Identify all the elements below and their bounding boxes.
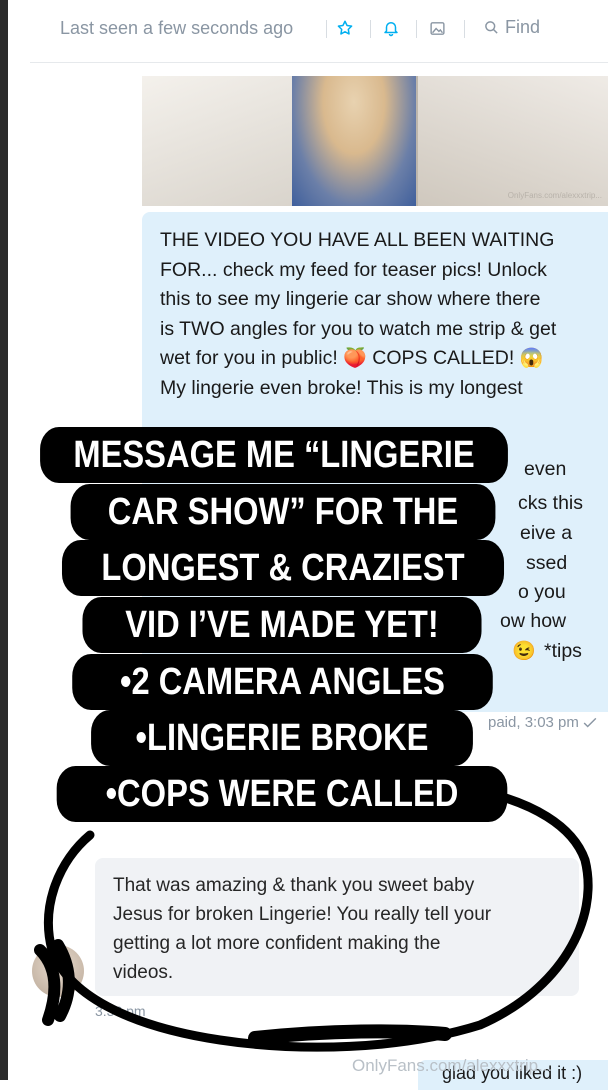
received-timestamp: 3:36 pm [95,1003,146,1019]
header-divider [326,20,327,38]
peach-emoji-icon: 🍑 [343,348,367,369]
message-line: wet for you in public! 🍑 COPS CALLED! 😱 [160,344,600,374]
message-fragment: *tips [544,640,582,662]
photo-seat-left [142,76,294,206]
overlay-caption-line: VID I’VE MADE YET! [82,597,482,653]
paid-text: paid, 3:03 pm [488,714,579,731]
message-line: That was amazing & thank you sweet baby [113,875,475,896]
find-label: Find [505,17,541,37]
star-icon[interactable] [334,17,356,39]
message-line: THE VIDEO YOU HAVE ALL BEEN WAITING [160,229,555,251]
received-message-bubble[interactable]: That was amazing & thank you sweet baby … [95,858,579,996]
sent-message-text: THE VIDEO YOU HAVE ALL BEEN WAITING FOR.… [160,226,600,403]
overlay-caption-line: MESSAGE ME “LINGERIE [40,427,508,483]
header-divider [370,20,371,38]
overlay-caption-line: •COPS WERE CALLED [56,766,508,822]
message-fragment: cks this [518,492,584,514]
chat-header: Last seen a few seconds ago Find [8,0,608,62]
wink-emoji-icon: 😉 [512,641,536,662]
received-message-text: That was amazing & thank you sweet baby … [113,871,567,987]
message-fragment: even [524,458,567,480]
image-icon[interactable] [426,17,448,39]
checkmark-icon [583,717,597,728]
overlay-caption-line: CAR SHOW” FOR THE [70,484,496,540]
message-fragment: wet for you in public! [160,347,338,369]
message-fragment: ssed [526,552,568,574]
message-line: is TWO angles for you to watch me strip … [160,317,557,340]
scream-emoji-icon: 😱 [519,348,544,369]
message-line: getting a lot more confident making the [113,933,441,954]
bell-icon[interactable] [380,17,402,39]
message-fragment: eive a [520,522,573,544]
header-divider [416,20,417,38]
overlay-caption-line: •LINGERIE BROKE [91,710,473,766]
photo-seat-right [416,76,608,206]
avatar[interactable] [32,945,84,997]
search-icon [485,21,498,34]
find-button[interactable]: Find [484,17,540,38]
overlay-caption-line: LONGEST & CRAZIEST [61,540,505,596]
header-divider [464,20,465,38]
paid-timestamp: paid, 3:03 pm [488,714,597,731]
message-line: Jesus for broken Lingerie! You really te… [113,904,492,925]
message-line: this to see my lingerie car show where t… [160,288,541,310]
left-edge-bar [0,0,8,1080]
message-line: videos. [113,962,174,983]
message-fragment: COPS CALLED! [372,347,515,369]
photo-subject [292,76,416,206]
message-photo[interactable]: OnlyFans.com/alexxxtrip... [142,76,608,206]
message-line: My lingerie even broke! This is my longe… [160,376,523,399]
footer-watermark: OnlyFans.com/alexxxtrip... [352,1056,553,1075]
last-seen-status: Last seen a few seconds ago [60,18,294,38]
overlay-caption-line: •2 CAMERA ANGLES [72,654,493,710]
photo-watermark: OnlyFans.com/alexxxtrip... [507,191,602,200]
header-divider-line [30,62,608,63]
message-fragment: o you [518,581,566,603]
message-line: FOR... check my feed for teaser pics! Un… [160,258,547,281]
message-fragment: ow how [500,610,567,632]
